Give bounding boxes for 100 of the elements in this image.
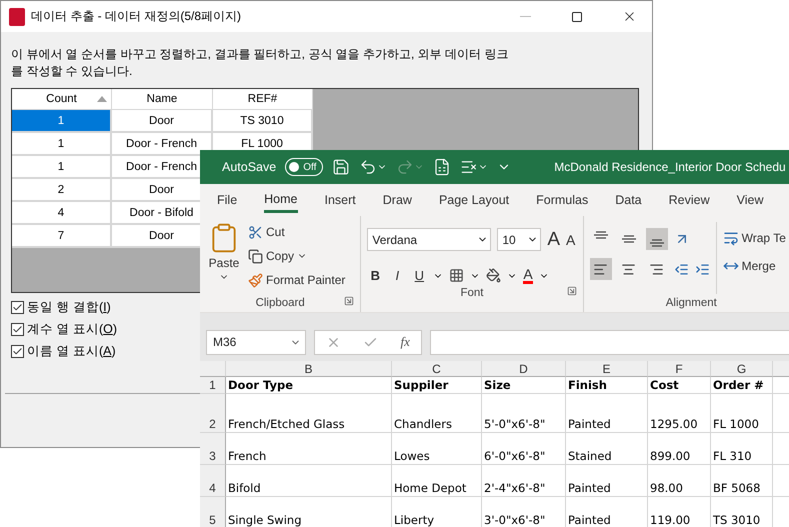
- insert-function-button[interactable]: fx: [400, 334, 410, 350]
- ribbon-tab[interactable]: Formulas: [536, 189, 588, 211]
- group-label: Alignment: [666, 297, 717, 309]
- formula-field[interactable]: [430, 330, 789, 354]
- table-cell: Painted: [566, 394, 648, 433]
- paste-button[interactable]: Paste: [206, 222, 242, 294]
- table-cell: FL 310: [711, 433, 773, 465]
- autosave-toggle[interactable]: Off: [285, 158, 324, 176]
- checklist-icon[interactable]: [460, 158, 488, 176]
- font-color-button[interactable]: A: [523, 267, 533, 284]
- table-cell: Size: [482, 377, 566, 394]
- ribbon-tab[interactable]: Data: [615, 189, 642, 211]
- vertical-align-button[interactable]: [646, 228, 668, 250]
- fill-color-icon[interactable]: [486, 268, 502, 283]
- table-cell: French/Etched Glass: [226, 394, 392, 433]
- launcher-icon[interactable]: [566, 286, 577, 296]
- checkbox-label: 이름 열 표시(A): [27, 343, 116, 360]
- grid-cell[interactable]: 7: [12, 225, 112, 248]
- grid-cell[interactable]: 1: [12, 133, 112, 156]
- row-header[interactable]: 3: [200, 433, 226, 465]
- shrink-font-button[interactable]: A: [566, 232, 576, 248]
- checkbox[interactable]: [11, 301, 24, 314]
- ribbon-tab[interactable]: Insert: [324, 189, 356, 211]
- autosave-label: AutoSave: [222, 160, 276, 174]
- table-cell: TS 3010: [711, 497, 773, 527]
- row-header[interactable]: 4: [200, 465, 226, 497]
- bold-button[interactable]: B: [367, 268, 384, 283]
- align-left-icon: [593, 262, 608, 276]
- window-title: 데이터 추출 - 데이터 재정의(5/8페이지): [31, 8, 242, 25]
- column-header[interactable]: Count: [12, 89, 112, 110]
- ribbon-tab[interactable]: Draw: [382, 189, 412, 211]
- grid-cell[interactable]: 4: [12, 202, 112, 225]
- ribbon-tab[interactable]: Review: [668, 189, 710, 211]
- sheet-icon[interactable]: [433, 158, 452, 176]
- column-header[interactable]: F: [648, 361, 711, 377]
- table-cell: Finish: [566, 377, 648, 394]
- group-label: Font: [460, 287, 484, 299]
- check-icon: [12, 346, 23, 357]
- cell-text: Door: [149, 184, 174, 196]
- font-size-field[interactable]: 10: [497, 228, 542, 251]
- undo-icon[interactable]: [359, 158, 388, 176]
- table-cell: FL 1000: [711, 394, 773, 433]
- launcher-icon[interactable]: [344, 296, 354, 306]
- row-header[interactable]: 5: [200, 497, 226, 527]
- grid-cell[interactable]: 1: [12, 156, 112, 179]
- table-cell: 899.00: [648, 433, 711, 465]
- column-header[interactable]: B: [226, 361, 392, 377]
- check-icon: [12, 302, 23, 313]
- table-cell: Liberty: [392, 497, 482, 527]
- underline-button[interactable]: U: [411, 268, 428, 283]
- checkbox-label: 동일 행 결합(I): [27, 299, 111, 316]
- row-header[interactable]: 1: [200, 377, 226, 394]
- paintbrush-icon: [248, 272, 263, 288]
- grow-font-button[interactable]: A: [547, 228, 560, 250]
- row-header[interactable]: 2: [200, 394, 226, 433]
- name-box[interactable]: M36: [206, 330, 306, 354]
- checkbox[interactable]: [11, 345, 24, 358]
- column-header[interactable]: REF#: [213, 89, 313, 110]
- increase-indent-icon[interactable]: [694, 262, 710, 276]
- minimize-icon: [520, 16, 530, 17]
- copy-button[interactable]: Copy: [248, 246, 346, 266]
- align-bottom-icon: [650, 239, 664, 247]
- table-cell: 5'-0"x6'-8": [482, 394, 566, 433]
- ribbon-tab[interactable]: Home: [264, 188, 298, 212]
- document-title: McDonald Residence_Interior Door Schedu: [554, 160, 786, 174]
- italic-button[interactable]: I: [389, 268, 406, 283]
- font-name-field[interactable]: Verdana: [367, 228, 492, 251]
- table-cell: Home Depot: [392, 465, 482, 497]
- cut-button[interactable]: Cut: [248, 222, 346, 242]
- merge-button[interactable]: Merge: [722, 256, 786, 276]
- column-header[interactable]: D: [482, 361, 566, 377]
- cell-text: Door: [149, 230, 174, 242]
- grid-cell[interactable]: 2: [12, 179, 112, 202]
- grid-cell[interactable]: 1: [12, 110, 112, 133]
- column-header[interactable]: E: [566, 361, 648, 377]
- align-middle-icon: [622, 235, 636, 243]
- borders-icon[interactable]: [449, 268, 464, 283]
- save-icon[interactable]: [332, 158, 350, 176]
- decrease-indent-icon[interactable]: [674, 262, 689, 276]
- format-painter-button[interactable]: Format Painter: [248, 270, 346, 290]
- ribbon-tab[interactable]: File: [217, 189, 238, 211]
- column-header[interactable]: C: [392, 361, 482, 377]
- horizontal-align-button[interactable]: [590, 258, 612, 280]
- sort-arrow-icon: [97, 96, 107, 102]
- cell-text: FL 1000: [241, 138, 283, 150]
- table-cell: Lowes: [392, 433, 482, 465]
- copy-icon: [248, 248, 263, 264]
- ribbon-tab[interactable]: Page Layout: [438, 189, 510, 211]
- wrap-text-button[interactable]: Wrap Te: [722, 228, 786, 248]
- column-header[interactable]: G: [711, 361, 773, 377]
- scissors-icon: [248, 224, 263, 240]
- table-cell: Bifold: [226, 465, 392, 497]
- table-cell: French: [226, 433, 392, 465]
- column-header[interactable]: Name: [112, 89, 213, 110]
- checkbox[interactable]: [11, 323, 24, 336]
- table-cell: Single Swing: [226, 497, 392, 527]
- checkbox-label: 계수 열 표시(O): [27, 321, 118, 338]
- ribbon-tab[interactable]: View: [736, 189, 764, 211]
- table-cell: 1295.00: [648, 394, 711, 433]
- table-cell: 119.00: [648, 497, 711, 527]
